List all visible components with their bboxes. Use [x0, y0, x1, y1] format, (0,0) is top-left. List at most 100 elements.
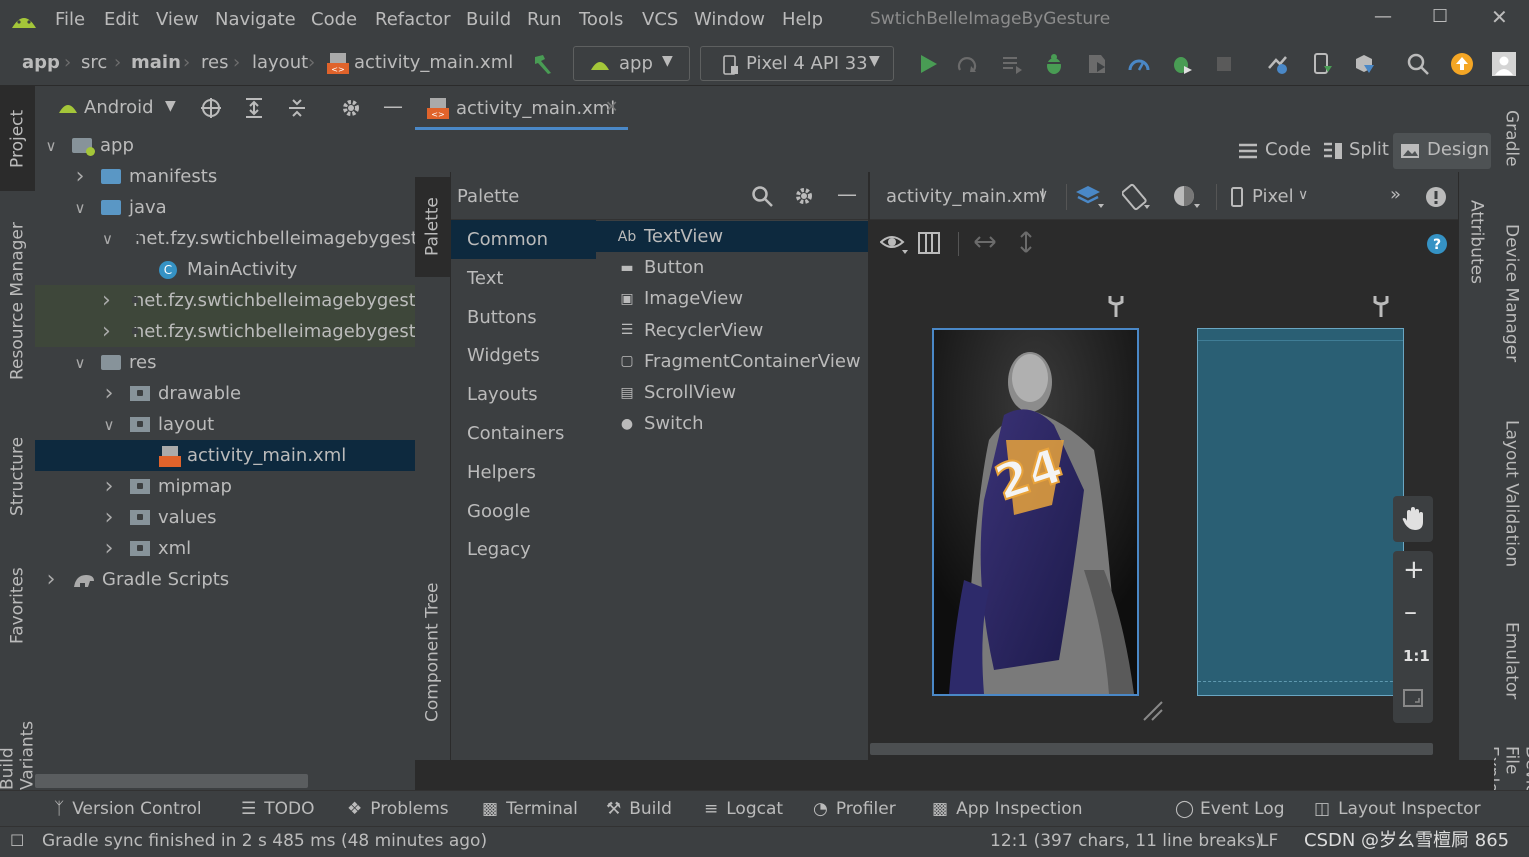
run-icon[interactable]	[916, 52, 940, 76]
account-icon[interactable]	[1492, 52, 1516, 76]
palette-category[interactable]: Helpers	[451, 453, 596, 492]
chevron-down-icon[interactable]: ∨	[73, 199, 87, 217]
sync-gradle-icon[interactable]	[1266, 52, 1290, 76]
make-hammer-icon[interactable]	[531, 53, 555, 75]
warning-icon[interactable]	[1425, 186, 1447, 208]
status-message[interactable]: Gradle sync finished in 2 s 485 ms (48 m…	[42, 831, 487, 851]
locate-icon[interactable]	[200, 97, 222, 119]
tab-device-manager[interactable]: Device Manager	[1494, 211, 1529, 376]
tree-item[interactable]: ∨ java	[35, 192, 415, 223]
tool-profiler[interactable]: ◔ Profiler	[813, 799, 896, 819]
search-icon[interactable]	[1406, 52, 1430, 76]
breadcrumb-main[interactable]: main	[131, 52, 181, 73]
collapse-all-icon[interactable]	[286, 97, 308, 119]
chevron-right-icon[interactable]: ›	[102, 288, 111, 313]
tree-item[interactable]: › values	[35, 502, 415, 533]
tab-emulator[interactable]: Emulator	[1494, 611, 1529, 711]
tab-favorites[interactable]: Favorites	[0, 551, 35, 661]
run-config-select[interactable]: app ▼	[573, 46, 690, 81]
more-icon[interactable]: »	[1390, 184, 1401, 205]
tree-item[interactable]: ∨ res	[35, 347, 415, 378]
tree-item[interactable]: activity_main.xml	[35, 440, 415, 471]
maximize-icon[interactable]: ☐	[1432, 6, 1448, 27]
chevron-right-icon[interactable]: ›	[73, 164, 87, 189]
chevron-right-icon[interactable]: ›	[102, 381, 116, 406]
chevron-down-icon[interactable]: ∨	[102, 416, 116, 434]
palette-category[interactable]: Containers	[451, 414, 596, 453]
chevron-down-icon[interactable]: ∨	[102, 230, 113, 248]
menu-code[interactable]: Code	[311, 9, 357, 30]
zoom-to-fit-icon[interactable]	[1403, 689, 1423, 707]
hide-panel-icon[interactable]: —	[383, 94, 403, 118]
caret-position[interactable]: 12:1 (397 chars, 11 line breaks)	[990, 831, 1262, 851]
sdk-manager-icon[interactable]	[1352, 52, 1376, 76]
device-select[interactable]: Pixel 4 API 33 ▼	[700, 46, 894, 81]
tab-device-file-explorer[interactable]: Device File Explorer	[1494, 746, 1529, 790]
split-mode-button[interactable]: Split	[1320, 135, 1400, 167]
tool-terminal[interactable]: ▩ Terminal	[482, 799, 578, 819]
expand-all-icon[interactable]	[243, 97, 265, 119]
coverage-icon[interactable]	[1085, 52, 1109, 76]
attach-debugger-icon[interactable]	[1170, 52, 1194, 76]
eye-icon[interactable]	[880, 232, 910, 256]
zoom-actual-size-button[interactable]: 1:1	[1403, 647, 1430, 665]
theme-icon[interactable]	[1172, 184, 1202, 210]
blueprint-toggle-icon[interactable]	[918, 232, 940, 254]
tool-event-log[interactable]: ◯ Event Log	[1175, 799, 1285, 819]
minimize-icon[interactable]: —	[1374, 6, 1392, 27]
layers-icon[interactable]	[1076, 184, 1106, 210]
gear-icon[interactable]	[340, 97, 362, 119]
orientation-icon[interactable]	[1122, 183, 1152, 211]
menu-vcs[interactable]: VCS	[642, 9, 678, 30]
tree-item[interactable]: › Gradle Scripts	[35, 564, 415, 595]
debug-icon[interactable]	[1042, 52, 1066, 76]
breadcrumb-file[interactable]: activity_main.xml	[354, 52, 513, 73]
menu-file[interactable]: File	[55, 9, 85, 30]
tool-version-control[interactable]: ᛉ Version Control	[54, 799, 202, 819]
close-tab-icon[interactable]: ✕	[605, 97, 618, 116]
menu-tools[interactable]: Tools	[579, 9, 623, 30]
device-preview-select[interactable]: Pixel ∨	[1226, 182, 1326, 212]
profiler-icon[interactable]	[1127, 52, 1151, 76]
chevron-down-icon[interactable]: ▼	[165, 98, 176, 114]
chevron-right-icon[interactable]: ›	[102, 505, 116, 530]
search-icon[interactable]	[751, 185, 773, 207]
menu-window[interactable]: Window	[694, 9, 765, 30]
design-canvas[interactable]: 24 + – 1:1	[870, 266, 1458, 760]
tab-palette[interactable]: Palette	[415, 177, 450, 277]
update-icon[interactable]	[1450, 52, 1474, 76]
menu-view[interactable]: View	[156, 9, 199, 30]
stop-icon[interactable]	[1212, 52, 1236, 76]
tree-item[interactable]: ∨ layout	[35, 409, 415, 440]
resize-handle-icon[interactable]	[1140, 698, 1164, 722]
tab-structure[interactable]: Structure	[0, 416, 35, 536]
breadcrumb-layout[interactable]: layout	[252, 52, 308, 73]
tree-item[interactable]: › xml	[35, 533, 415, 564]
apply-changes-icon[interactable]	[956, 52, 980, 76]
menu-run[interactable]: Run	[527, 9, 562, 30]
vertical-resize-icon[interactable]	[1018, 230, 1034, 254]
palette-item[interactable]: ● Switch	[596, 408, 868, 439]
tree-item[interactable]: ∨ app	[35, 130, 415, 161]
menu-build[interactable]: Build	[466, 9, 511, 30]
breadcrumb-src[interactable]: src	[81, 52, 107, 73]
tree-item[interactable]: ∨ net.fzy.swtichbelleimagebygest	[35, 223, 415, 254]
tab-layout-validation[interactable]: Layout Validation	[1494, 406, 1529, 581]
tree-item[interactable]: › net.fzy.swtichbelleimagebygest	[35, 316, 415, 347]
chevron-right-icon[interactable]: ›	[44, 567, 58, 592]
chevron-right-icon[interactable]: ›	[102, 319, 111, 344]
blueprint-preview[interactable]	[1197, 328, 1404, 696]
file-select[interactable]: activity_main.xml ∨	[876, 182, 1056, 212]
breadcrumb-res[interactable]: res	[201, 52, 228, 73]
tool-problems[interactable]: ❖ Problems	[347, 799, 449, 819]
pin-icon[interactable]	[1108, 294, 1124, 318]
menu-navigate[interactable]: Navigate	[215, 9, 296, 30]
menu-help[interactable]: Help	[782, 9, 823, 30]
horizontal-scrollbar[interactable]	[35, 774, 308, 788]
project-view-mode[interactable]: Android	[84, 97, 154, 118]
breadcrumb-app[interactable]: app	[22, 52, 60, 73]
tree-item[interactable]: C MainActivity	[35, 254, 415, 285]
tool-logcat[interactable]: ≡ Logcat	[704, 799, 783, 819]
palette-category[interactable]: Legacy	[451, 530, 596, 569]
chevron-right-icon[interactable]: ›	[102, 474, 116, 499]
